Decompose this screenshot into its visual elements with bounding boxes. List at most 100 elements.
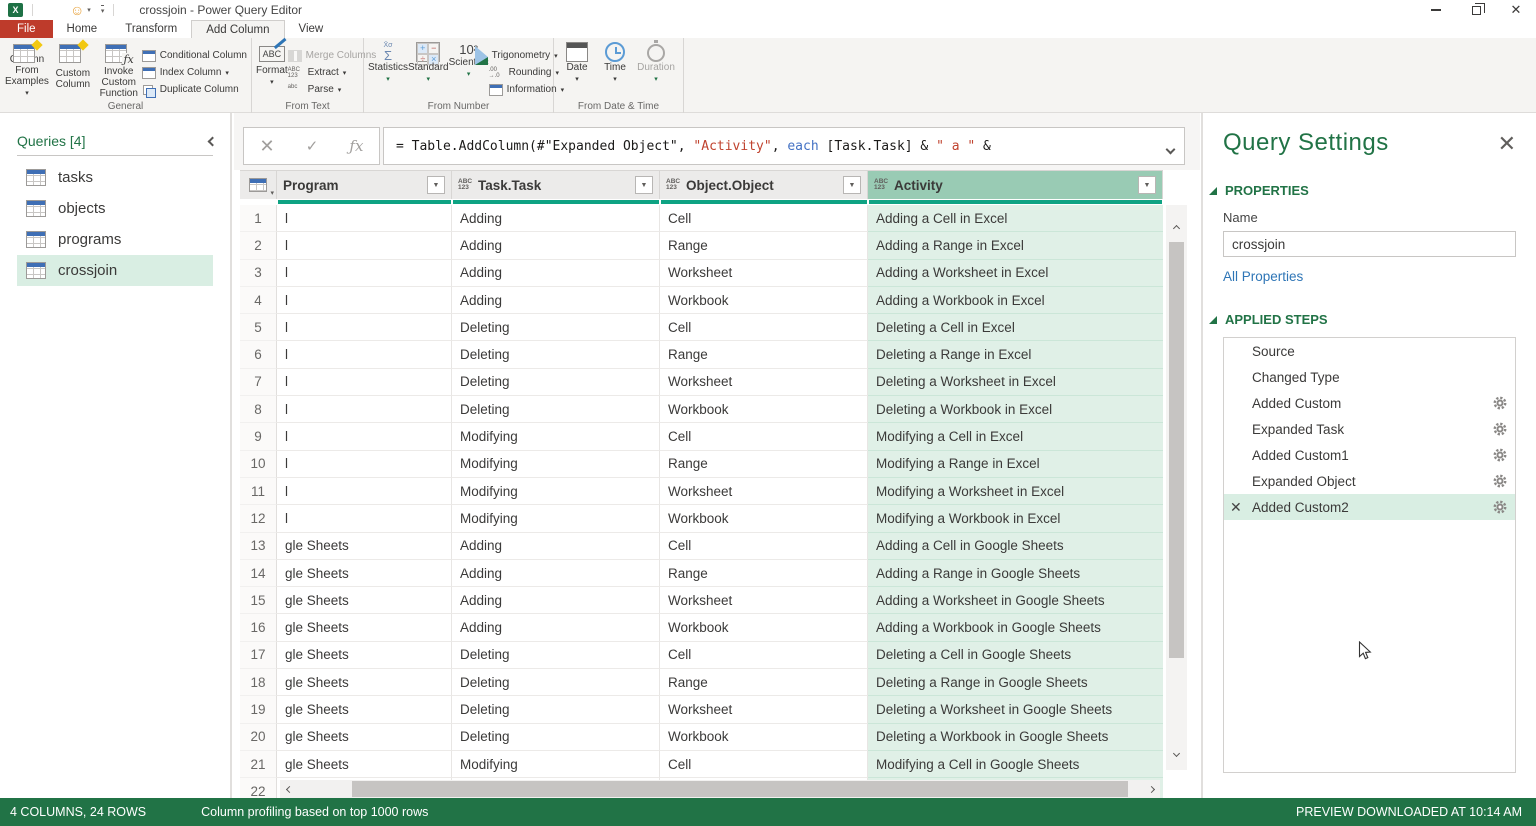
cell-object[interactable]: Range	[660, 341, 868, 368]
cell-task[interactable]: Deleting	[452, 642, 660, 669]
row-number[interactable]: 2	[240, 232, 277, 259]
cell-task[interactable]: Adding	[452, 232, 660, 259]
row-number[interactable]: 11	[240, 478, 277, 505]
duplicate-column-button[interactable]: Duplicate Column	[142, 82, 247, 97]
cell-object[interactable]: Workbook	[660, 505, 868, 532]
close-settings-icon[interactable]: ✕	[1498, 133, 1516, 155]
cell-object[interactable]: Worksheet	[660, 478, 868, 505]
format-button[interactable]: ABC Format▾	[256, 40, 288, 99]
cell-activity[interactable]: Adding a Worksheet in Excel	[868, 260, 1163, 287]
row-number[interactable]: 12	[240, 505, 277, 532]
quick-access-dropdown-icon[interactable]: ▾	[101, 5, 105, 15]
formula-accept-icon[interactable]: ✓	[306, 137, 319, 155]
column-header-object[interactable]: ABC123 Object.Object ▼	[660, 171, 868, 199]
cell-activity[interactable]: Adding a Range in Excel	[868, 232, 1163, 259]
cell-object[interactable]: Cell	[660, 314, 868, 341]
rounding-button[interactable]: .00→.0 Rounding▾	[489, 65, 565, 80]
cell-program[interactable]: l	[277, 478, 452, 505]
conditional-column-button[interactable]: Conditional Column	[142, 48, 247, 63]
all-properties-link[interactable]: All Properties	[1223, 269, 1303, 284]
row-number[interactable]: 18	[240, 669, 277, 696]
cell-object[interactable]: Cell	[660, 205, 868, 232]
applied-step[interactable]: ✕ Added Custom1	[1224, 442, 1515, 468]
delete-step-icon[interactable]: ✕	[1230, 499, 1246, 516]
cell-activity[interactable]: Adding a Workbook in Google Sheets	[868, 614, 1163, 641]
formula-input[interactable]: = Table.AddColumn(#"Expanded Object", "A…	[383, 127, 1185, 165]
cell-program[interactable]: l	[277, 423, 452, 450]
cell-task[interactable]: Modifying	[452, 505, 660, 532]
index-column-button[interactable]: Index Column▾	[142, 65, 247, 80]
ribbon-tab[interactable]: Add Column	[191, 20, 284, 38]
parse-button[interactable]: abc Parse▾	[288, 82, 377, 97]
row-number[interactable]: 7	[240, 369, 277, 396]
column-type-icon[interactable]: ABC123	[458, 179, 474, 191]
applied-step[interactable]: ✕ Expanded Object	[1224, 468, 1515, 494]
cell-program[interactable]: gle Sheets	[277, 751, 452, 778]
row-number[interactable]: 20	[240, 724, 277, 751]
cell-program[interactable]: gle Sheets	[277, 642, 452, 669]
column-type-icon[interactable]: ABC123	[874, 179, 890, 191]
excel-app-icon[interactable]: X	[8, 3, 23, 17]
horizontal-scrollbar[interactable]	[280, 780, 1160, 798]
row-number[interactable]: 19	[240, 696, 277, 723]
step-settings-gear-icon[interactable]	[1493, 422, 1507, 436]
cell-activity[interactable]: Modifying a Range in Excel	[868, 451, 1163, 478]
row-number[interactable]: 13	[240, 533, 277, 560]
step-settings-gear-icon[interactable]	[1493, 474, 1507, 488]
cell-object[interactable]: Range	[660, 451, 868, 478]
query-list-item[interactable]: objects	[17, 193, 213, 224]
scroll-left-icon[interactable]	[280, 787, 298, 792]
step-settings-gear-icon[interactable]	[1493, 448, 1507, 462]
status-profiling-note[interactable]: Column profiling based on top 1000 rows	[201, 805, 428, 819]
query-list-item[interactable]: programs	[17, 224, 213, 255]
cell-activity[interactable]: Modifying a Cell in Excel	[868, 423, 1163, 450]
row-number[interactable]: 10	[240, 451, 277, 478]
step-settings-gear-icon[interactable]	[1493, 396, 1507, 410]
cell-task[interactable]: Adding	[452, 533, 660, 560]
row-number[interactable]: 15	[240, 587, 277, 614]
vertical-scrollbar[interactable]	[1166, 205, 1187, 770]
cell-program[interactable]: l	[277, 287, 452, 314]
cell-object[interactable]: Workbook	[660, 724, 868, 751]
row-number[interactable]: 14	[240, 560, 277, 587]
cell-activity[interactable]: Adding a Cell in Google Sheets	[868, 533, 1163, 560]
column-header-program[interactable]: Program ▼	[277, 171, 452, 199]
minimize-button[interactable]	[1416, 0, 1456, 20]
cell-activity[interactable]: Modifying a Worksheet in Excel	[868, 478, 1163, 505]
cell-task[interactable]: Deleting	[452, 696, 660, 723]
row-number[interactable]: 21	[240, 751, 277, 778]
restore-button[interactable]	[1456, 0, 1496, 20]
cell-activity[interactable]: Deleting a Cell in Google Sheets	[868, 642, 1163, 669]
cell-program[interactable]: gle Sheets	[277, 533, 452, 560]
select-all-corner[interactable]: ▾	[240, 171, 277, 199]
date-button[interactable]: Date▾	[558, 40, 596, 99]
cell-program[interactable]: gle Sheets	[277, 614, 452, 641]
cell-program[interactable]: l	[277, 260, 452, 287]
formula-fx-icon[interactable]: ƒx	[349, 137, 363, 155]
row-number[interactable]: 1	[240, 205, 277, 232]
applied-steps-section-header[interactable]: APPLIED STEPS	[1223, 312, 1516, 327]
applied-step[interactable]: ✕ Added Custom2	[1224, 494, 1515, 520]
column-header-activity[interactable]: ABC123 Activity ▼	[868, 171, 1163, 199]
column-from-examples-button[interactable]: Column From Examples ▾	[4, 40, 50, 99]
cell-program[interactable]: l	[277, 369, 452, 396]
cell-activity[interactable]: Deleting a Workbook in Excel	[868, 396, 1163, 423]
cell-activity[interactable]: Adding a Range in Google Sheets	[868, 560, 1163, 587]
cell-object[interactable]: Range	[660, 232, 868, 259]
horizontal-scroll-track[interactable]	[298, 780, 1142, 798]
cell-task[interactable]: Adding	[452, 205, 660, 232]
cell-object[interactable]: Cell	[660, 533, 868, 560]
close-button[interactable]: ✕	[1496, 0, 1536, 20]
horizontal-scroll-thumb[interactable]	[352, 781, 1128, 797]
feedback-smiley-icon[interactable]: ☺	[70, 3, 84, 17]
row-number[interactable]: 3	[240, 260, 277, 287]
cell-object[interactable]: Cell	[660, 642, 868, 669]
filter-dropdown-icon[interactable]: ▼	[427, 176, 445, 194]
ribbon-tab[interactable]: Home	[53, 20, 112, 38]
row-number[interactable]: 5	[240, 314, 277, 341]
column-type-icon[interactable]: ABC123	[666, 179, 682, 191]
information-button[interactable]: Information▾	[489, 82, 565, 97]
row-number[interactable]: 17	[240, 642, 277, 669]
cell-activity[interactable]: Adding a Workbook in Excel	[868, 287, 1163, 314]
cell-object[interactable]: Cell	[660, 423, 868, 450]
